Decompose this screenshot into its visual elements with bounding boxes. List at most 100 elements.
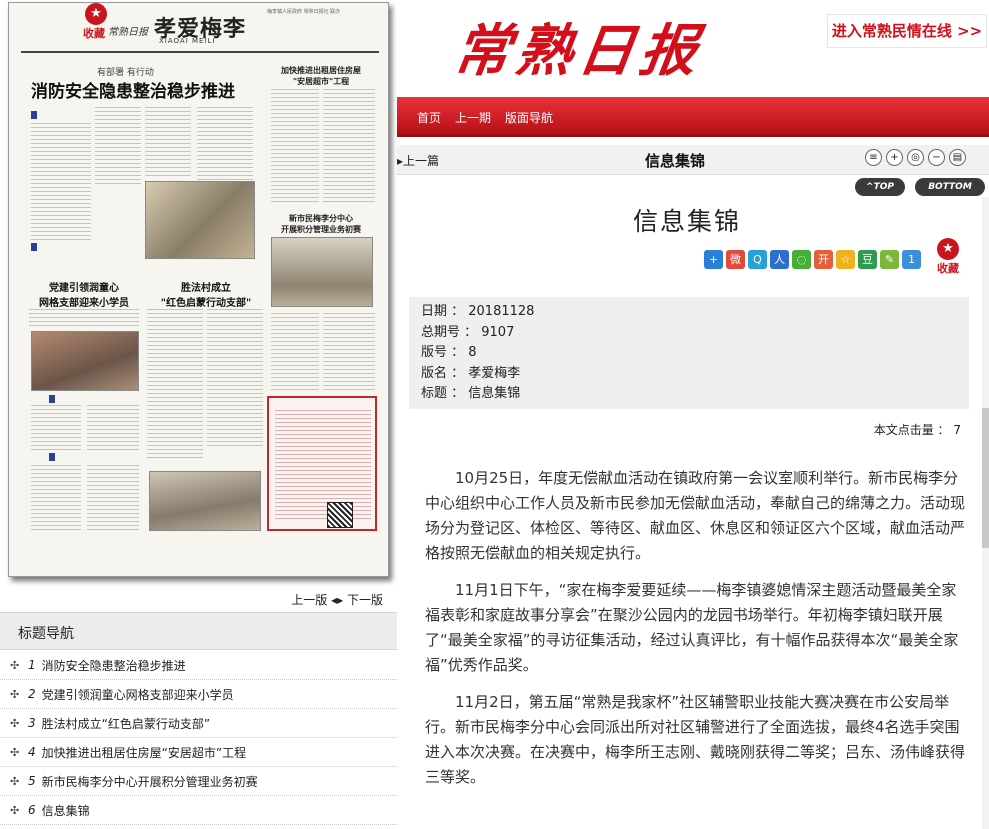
paper-text-block bbox=[87, 405, 139, 451]
paper-page-subtitle: XIAOAI MEILI bbox=[159, 37, 216, 45]
toc-list: ✣ 1 消防安全隐患整治稳步推进 ✣ 2 党建引领润童心网格支部迎来小学员 ✣ … bbox=[0, 651, 397, 825]
toc-item-title[interactable]: 信息集锦 bbox=[42, 802, 90, 819]
toc-title: 标题导航 bbox=[18, 626, 74, 642]
toc-item[interactable]: ✣ 3 胜法村成立“红色启蒙行动支部” bbox=[0, 709, 397, 738]
paper-box-title-2[interactable]: 新市民梅李分中心 开展积分管理业务初赛 bbox=[271, 213, 371, 235]
meta-total-issue: 总期号 ： 9107 bbox=[421, 324, 515, 340]
page-root: ★ 收藏 常熟日报 孝爱梅李 XIAOAI MEILI 梅李镇人民政府 常熟日报… bbox=[0, 0, 989, 829]
print-icon[interactable]: ▤ bbox=[949, 149, 966, 166]
toc-item[interactable]: ✣ 2 党建引领润童心网格支部迎来小学员 bbox=[0, 680, 397, 709]
paper-text-block bbox=[31, 123, 91, 241]
paper-text-block bbox=[31, 405, 81, 451]
paper-text-block bbox=[95, 107, 141, 185]
bullet-icon: ✣ bbox=[10, 803, 20, 817]
paper-text-block bbox=[323, 89, 375, 205]
paper-photo-2 bbox=[271, 237, 373, 307]
paper-logo-small: 常熟日报 bbox=[108, 27, 148, 38]
douban-icon[interactable]: 豆 bbox=[858, 250, 877, 269]
zoom-reset-icon[interactable]: ◎ bbox=[907, 149, 924, 166]
meta-edition-name: 版名 ： 孝爱梅李 bbox=[421, 365, 521, 381]
main-nav: 首页 上一期 版面导航 bbox=[397, 97, 989, 137]
nav-home[interactable]: 首页 bbox=[417, 109, 441, 126]
page-paging: 上一版 ◂▸ 下一版 bbox=[291, 591, 383, 608]
document-icon[interactable]: ≡ bbox=[865, 149, 882, 166]
meta-heading: 标题 ： 信息集锦 bbox=[421, 386, 521, 401]
paper-photo-1 bbox=[145, 181, 255, 259]
weibo-icon[interactable]: 微 bbox=[726, 250, 745, 269]
paper-tag bbox=[31, 111, 37, 119]
toc-item-title[interactable]: 消防安全隐患整治稳步推进 bbox=[42, 657, 186, 674]
paper-headline-3[interactable]: 胜法村成立 "红色启蒙行动支部" bbox=[147, 279, 265, 309]
scrollbar[interactable] bbox=[982, 197, 989, 829]
toc-item-title[interactable]: 胜法村成立“红色启蒙行动支部” bbox=[42, 715, 210, 732]
newspaper-page-image[interactable]: ★ 收藏 常熟日报 孝爱梅李 XIAOAI MEILI 梅李镇人民政府 常熟日报… bbox=[8, 2, 389, 577]
paper-text-block bbox=[207, 309, 263, 449]
prev-article-link[interactable]: ▸上一篇 bbox=[397, 152, 439, 169]
toc-item-title[interactable]: 党建引领润童心网格支部迎来小学员 bbox=[42, 686, 234, 703]
prev-page-link[interactable]: 上一版 bbox=[291, 593, 327, 607]
bullet-icon: ✣ bbox=[10, 687, 20, 701]
next-page-link[interactable]: 下一版 bbox=[347, 593, 383, 607]
zoom-out-icon[interactable]: − bbox=[928, 149, 945, 166]
favorite-button[interactable]: ★ 收藏 bbox=[937, 238, 959, 276]
go-to-bottom-button[interactable]: BOTTOM bbox=[915, 178, 985, 196]
nav-layout[interactable]: 版面导航 bbox=[505, 109, 553, 126]
toc-item[interactable]: ✣ 4 加快推进出租居住房屋“安居超市”工程 bbox=[0, 738, 397, 767]
paper-rule bbox=[21, 51, 379, 53]
paper-tag bbox=[49, 453, 55, 461]
paper-text-block bbox=[31, 465, 81, 531]
paper-ad-text bbox=[275, 410, 371, 522]
zoom-in-icon[interactable]: + bbox=[886, 149, 903, 166]
article-meta: 日期 ： 20181128 总期号 ： 9107 版号 ： 8 版名 ： 孝爱梅… bbox=[409, 297, 969, 409]
toc-item-title[interactable]: 新市民梅李分中心开展积分管理业务初赛 bbox=[42, 773, 258, 790]
count-share-icon[interactable]: 1 bbox=[902, 250, 921, 269]
paper-photo-4 bbox=[149, 471, 261, 531]
toc-item[interactable]: ✣ 1 消防安全隐患整治稳步推进 bbox=[0, 651, 397, 680]
qzone-icon[interactable]: Q bbox=[748, 250, 767, 269]
paper-ad-box bbox=[267, 396, 377, 531]
paper-text-block bbox=[29, 309, 139, 329]
paper-headline-2[interactable]: 党建引领润童心 网格支部迎来小学员 bbox=[29, 279, 139, 309]
toc-item-number: 3 bbox=[28, 716, 36, 730]
paper-meta: 梅李镇人民政府 常熟日报社 联办 bbox=[267, 9, 341, 15]
kaixin-icon[interactable]: 开 bbox=[814, 250, 833, 269]
scrollbar-thumb[interactable] bbox=[982, 408, 989, 548]
paper-headline-1[interactable]: 消防安全隐患整治稳步推进 bbox=[31, 77, 235, 102]
minqing-online-button[interactable]: 进入常熟民情在线 >> bbox=[827, 14, 987, 48]
nav-prev-issue[interactable]: 上一期 bbox=[455, 109, 491, 126]
qr-code-icon bbox=[327, 502, 353, 528]
paper-text-block bbox=[271, 89, 319, 205]
paper-box-title-1[interactable]: 加快推进出租居住房屋 "安居超市"工程 bbox=[271, 65, 371, 87]
prev-next-arrows-icon: ◂▸ bbox=[331, 593, 347, 607]
site-logo[interactable]: 常熟日报 bbox=[449, 6, 708, 87]
qq-share-icon[interactable]: ☆ bbox=[836, 250, 855, 269]
back-to-top-button[interactable]: ^TOP bbox=[855, 178, 905, 196]
renren-icon[interactable]: 人 bbox=[770, 250, 789, 269]
meta-date: 日期 ： 20181128 bbox=[421, 304, 535, 319]
masthead: 常熟日报 进入常熟民情在线 >> bbox=[397, 0, 989, 97]
toc-item-number: 6 bbox=[28, 803, 36, 817]
star-icon: ★ bbox=[937, 238, 959, 260]
left-panel: ★ 收藏 常熟日报 孝爱梅李 XIAOAI MEILI 梅李镇人民政府 常熟日报… bbox=[0, 0, 397, 829]
star-icon: ★ bbox=[85, 3, 107, 25]
toc-item-title[interactable]: 加快推进出租居住房屋“安居超市”工程 bbox=[42, 744, 246, 761]
paper-photo-3 bbox=[31, 331, 139, 391]
bullet-icon: ✣ bbox=[10, 774, 20, 788]
paper-fav-label: 收藏 bbox=[83, 27, 105, 40]
article-toolbar: ▸上一篇 信息集锦 ≡ + ◎ − ▤ bbox=[397, 145, 989, 175]
toc-item-number: 4 bbox=[28, 745, 36, 759]
comment-share-icon[interactable]: ✎ bbox=[880, 250, 899, 269]
wechat-icon[interactable]: ◌ bbox=[792, 250, 811, 269]
toc-item[interactable]: ✣ 6 信息集锦 bbox=[0, 796, 397, 825]
bullet-icon: ✣ bbox=[10, 658, 20, 672]
article-body: 10月25日，年度无偿献血活动在镇政府第一会议室顺利举行。新市民梅李分中心组织中… bbox=[425, 466, 965, 802]
paper-tag bbox=[31, 243, 37, 251]
share-more-icon[interactable]: + bbox=[704, 250, 723, 269]
toc-item[interactable]: ✣ 5 新市民梅李分中心开展积分管理业务初赛 bbox=[0, 767, 397, 796]
paper-text-block bbox=[271, 313, 319, 391]
article-paragraph: 11月1日下午，“家在梅李爱要延续——梅李镇婆媳情深主题活动暨最美全家福表彰和家… bbox=[425, 581, 959, 674]
toc-item-number: 5 bbox=[28, 774, 36, 788]
newspaper-page-header: ★ 收藏 常熟日报 孝爱梅李 XIAOAI MEILI 梅李镇人民政府 常熟日报… bbox=[9, 3, 388, 47]
share-bar: + 微 Q 人 ◌ 开 ☆ 豆 ✎ 1 bbox=[704, 250, 921, 269]
meta-edition: 版号 ： 8 bbox=[421, 345, 477, 360]
